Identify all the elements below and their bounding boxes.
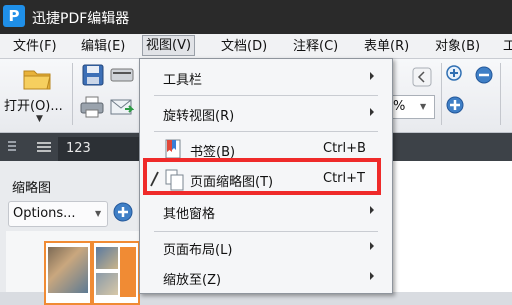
zoom-fit-icon[interactable] xyxy=(445,95,465,115)
thumbnail-list xyxy=(6,231,142,305)
menu-item-toolbars[interactable]: 工具栏 xyxy=(140,61,390,93)
menu-tools-truncated[interactable]: 工 xyxy=(500,37,512,56)
options-label: Options... xyxy=(13,206,76,221)
save-icon[interactable] xyxy=(82,64,104,86)
menu-item-page-layout[interactable]: 页面布局(L) xyxy=(140,231,390,263)
bookmark-icon xyxy=(165,139,181,159)
submenu-arrow-icon xyxy=(370,272,374,280)
zoom-out-icon[interactable] xyxy=(474,65,494,85)
tab-document[interactable]: 123 xyxy=(58,137,142,161)
submenu-arrow-icon xyxy=(370,108,374,116)
print-icon[interactable] xyxy=(80,96,104,118)
menu-item-label: 缩放至(Z) xyxy=(163,273,222,288)
zoom-stepper-icon[interactable] xyxy=(412,67,432,87)
menu-item-label: 旋转视图(R) xyxy=(163,109,235,124)
menu-item-rotate-view[interactable]: 旋转视图(R) xyxy=(140,97,390,129)
add-icon[interactable] xyxy=(112,201,134,223)
highlight-annotation-box xyxy=(143,158,381,195)
app-title: 迅捷PDF编辑器 xyxy=(32,11,130,27)
grip-icon xyxy=(8,141,16,151)
menu-bar: 文件(F) 编辑(E) 视图(V) 文档(D) 注释(C) 表单(R) 对象(B… xyxy=(0,34,512,59)
app-logo-icon: P xyxy=(3,5,25,27)
toolbar-separator xyxy=(500,63,501,125)
submenu-arrow-icon xyxy=(370,206,374,214)
thumbnail-panel: 缩略图 Options... ▼ xyxy=(0,161,143,305)
chevron-down-icon: ▼ xyxy=(95,209,102,218)
menu-object[interactable]: 对象(B) xyxy=(432,37,483,56)
menu-item-label: 页面布局(L) xyxy=(163,243,233,258)
toolbar-separator xyxy=(441,63,442,125)
thumbnail-photo xyxy=(48,247,88,293)
page-thumbnail[interactable] xyxy=(44,241,140,305)
menu-edit[interactable]: 编辑(E) xyxy=(78,37,128,56)
zoom-dropdown-caret[interactable]: ▼ xyxy=(420,102,426,111)
menu-item-other-panes[interactable]: 其他窗格 xyxy=(140,195,390,227)
open-dropdown-caret[interactable]: ▼ xyxy=(36,114,43,124)
menu-separator xyxy=(154,131,378,132)
scanner-icon[interactable] xyxy=(110,66,134,84)
zoom-value: % xyxy=(393,99,406,114)
panel-title: 缩略图 xyxy=(12,181,52,196)
menu-comment[interactable]: 注释(C) xyxy=(290,37,341,56)
menu-document[interactable]: 文档(D) xyxy=(218,37,270,56)
tab-document-label: 123 xyxy=(66,141,91,156)
menu-item-label: 工具栏 xyxy=(163,73,203,88)
open-button[interactable]: 打开(O)... xyxy=(4,95,63,114)
menu-item-label: 其他窗格 xyxy=(163,207,216,222)
options-dropdown[interactable]: Options... ▼ xyxy=(8,201,108,227)
document-canvas xyxy=(390,161,512,292)
title-bar: P 迅捷PDF编辑器 xyxy=(0,0,512,34)
thumbnail-divider xyxy=(90,243,94,303)
zoom-in-icon[interactable] xyxy=(445,64,465,84)
menu-item-zoom-to[interactable]: 缩放至(Z) xyxy=(140,261,390,293)
email-icon[interactable] xyxy=(110,97,134,117)
submenu-arrow-icon xyxy=(370,242,374,250)
zoom-combo[interactable]: % ▼ xyxy=(391,95,435,119)
menu-item-shortcut: Ctrl+B xyxy=(323,141,366,156)
menu-file[interactable]: 文件(F) xyxy=(10,37,60,56)
menu-view[interactable]: 视图(V) xyxy=(142,35,196,56)
tab-list-icon[interactable] xyxy=(36,141,52,153)
folder-icon[interactable] xyxy=(22,65,52,91)
thumbnail-sidebar-block xyxy=(120,247,136,297)
toolbar-separator xyxy=(72,63,73,125)
submenu-arrow-icon xyxy=(370,72,374,80)
menu-separator xyxy=(154,95,378,96)
menu-form[interactable]: 表单(R) xyxy=(361,37,412,56)
thumbnail-photo-small xyxy=(96,247,118,269)
